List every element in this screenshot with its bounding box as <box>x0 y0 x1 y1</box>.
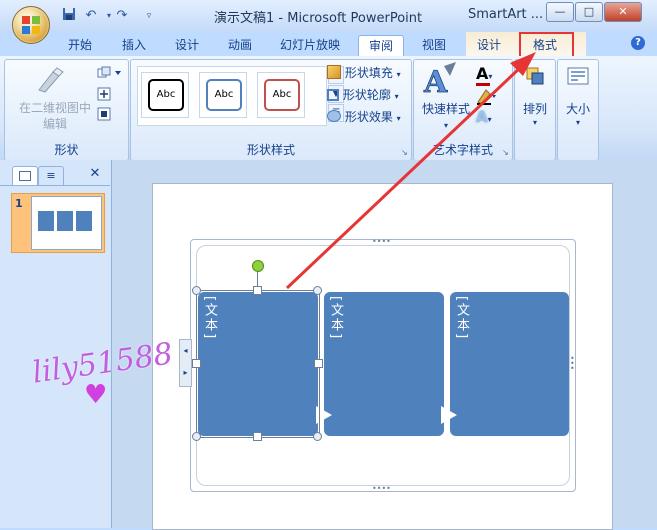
office-logo-icon <box>22 16 40 34</box>
heart-icon: ♥ <box>84 380 108 410</box>
annotation-arrow <box>285 52 536 290</box>
office-button[interactable] <box>12 6 50 44</box>
